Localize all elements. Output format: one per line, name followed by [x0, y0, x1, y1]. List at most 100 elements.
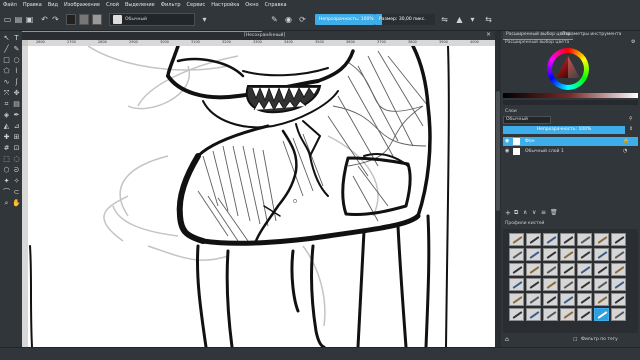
eyedropper-icon[interactable]: ✒	[12, 111, 21, 120]
close-document-icon[interactable]: ×	[486, 31, 491, 38]
opacity-slider[interactable]: Непрозрачность: 100%	[315, 14, 375, 25]
brush-preset[interactable]	[611, 248, 626, 261]
blend-mode-icon[interactable]: ▾	[200, 15, 209, 24]
redo-icon[interactable]: ↷	[51, 15, 60, 24]
brush-preset[interactable]	[560, 308, 575, 321]
menu-window[interactable]: Окно	[245, 2, 258, 8]
assistant-icon[interactable]: ◭	[2, 122, 11, 131]
brush-preset[interactable]	[611, 308, 626, 321]
duplicate-layer-icon[interactable]: ⧉	[514, 209, 518, 217]
brush-preset[interactable]	[509, 278, 524, 291]
smart-patch-icon[interactable]: ✚	[2, 133, 11, 142]
menu-image[interactable]: Изображение	[64, 2, 100, 8]
layer-opacity-arrows-icon[interactable]: ⇕	[629, 126, 633, 132]
layer-properties-icon[interactable]: ≡	[541, 209, 546, 216]
brush-preset[interactable]	[543, 248, 558, 261]
add-layer-icon[interactable]: +	[505, 209, 511, 217]
select-bezier-icon[interactable]: ⌒	[2, 188, 11, 197]
menu-settings[interactable]: Настройка	[211, 2, 239, 8]
text-icon[interactable]: T	[12, 34, 21, 43]
brush-preset[interactable]	[543, 233, 558, 246]
rectangle-icon[interactable]: □	[2, 56, 11, 65]
visibility-eye-icon[interactable]: ◉	[505, 149, 509, 154]
menu-edit[interactable]: Правка	[23, 2, 42, 8]
brush-preset[interactable]	[611, 233, 626, 246]
brush-preset[interactable]	[577, 233, 592, 246]
freehand-path-icon[interactable]: ʃ	[12, 78, 21, 87]
transform-icon[interactable]: ⤧	[2, 89, 11, 98]
brush-preset[interactable]	[543, 293, 558, 306]
move-icon[interactable]: ✥	[12, 89, 21, 98]
layer-row-layer-1[interactable]: ◉ Обычный слой 1 ◔	[503, 147, 638, 156]
color-wheel[interactable]	[547, 48, 589, 90]
perspective-icon[interactable]: ⊡	[12, 144, 21, 153]
erase-mode-icon[interactable]: ✎	[270, 15, 279, 24]
brush-preset[interactable]	[560, 263, 575, 276]
brush-preset[interactable]	[543, 308, 558, 321]
select-similar-icon[interactable]: ✧	[12, 177, 21, 186]
drawing-canvas[interactable]	[28, 46, 495, 347]
brush-preset[interactable]	[560, 248, 575, 261]
brush-preset[interactable]	[577, 263, 592, 276]
brush-preset[interactable]	[526, 278, 541, 291]
filter-checkbox-icon[interactable]: ☐	[573, 335, 577, 345]
menu-file[interactable]: Файл	[3, 2, 17, 8]
scrollbar-thumb[interactable]	[496, 91, 500, 211]
brush-preset[interactable]	[594, 293, 609, 306]
fill-icon[interactable]: ◈	[2, 111, 11, 120]
brush-preset[interactable]	[560, 293, 575, 306]
mirror-horizontal-icon[interactable]: ⇋	[440, 15, 449, 24]
brush-preset[interactable]	[577, 293, 592, 306]
ellipse-icon[interactable]: ○	[12, 56, 21, 65]
brush-preset[interactable]	[594, 263, 609, 276]
layer-opacity-slider[interactable]: Непрозрачность: 100%	[503, 126, 625, 134]
gradient-swatch[interactable]	[79, 14, 89, 25]
brush-preset[interactable]	[577, 248, 592, 261]
polyline-icon[interactable]: ⌇	[12, 67, 21, 76]
document-tab[interactable]: [Несохранённый]	[22, 31, 285, 40]
brush-preset[interactable]	[509, 308, 524, 321]
alpha-lock-icon[interactable]: ◔	[623, 147, 627, 156]
brush-preset[interactable]	[526, 263, 541, 276]
polygon-icon[interactable]: ⬠	[2, 67, 11, 76]
bezier-icon[interactable]: ∿	[2, 78, 11, 87]
crop-icon[interactable]: ⌗	[2, 100, 11, 109]
grid-icon[interactable]: #	[2, 144, 11, 153]
pattern-swatch[interactable]	[92, 14, 102, 25]
recent-colors-bar[interactable]	[503, 100, 638, 105]
layer-lock-icon[interactable]: 🔒	[623, 137, 629, 146]
menu-tools[interactable]: Сервис	[187, 2, 206, 8]
foreground-color-swatch[interactable]	[66, 14, 76, 25]
new-document-icon[interactable]: ▭	[3, 15, 12, 24]
select-freehand-icon[interactable]: ᘐ	[12, 166, 21, 175]
menu-view[interactable]: Вид	[48, 2, 58, 8]
brush-icon[interactable]: ✎	[12, 45, 21, 54]
menu-help[interactable]: Справка	[265, 2, 287, 8]
pan-icon[interactable]: ✋	[12, 199, 21, 208]
brush-preset[interactable]	[560, 233, 575, 246]
brush-preset[interactable]	[526, 308, 541, 321]
brush-preset[interactable]	[509, 233, 524, 246]
brush-preset[interactable]	[577, 308, 592, 321]
brush-preset[interactable]	[509, 248, 524, 261]
select-rect-icon[interactable]: ⬚	[2, 155, 11, 164]
brush-preset[interactable]	[577, 278, 592, 291]
layer-up-icon[interactable]: ∧	[523, 209, 527, 216]
brush-preset[interactable]	[543, 278, 558, 291]
panel-settings-icon[interactable]: ⚙	[631, 39, 635, 45]
save-icon[interactable]: ▣	[25, 15, 34, 24]
brush-preset-selected[interactable]	[594, 308, 609, 321]
brush-preset[interactable]	[594, 248, 609, 261]
select-magnetic-icon[interactable]: ⊂	[12, 188, 21, 197]
layer-row-background[interactable]: ◉ Фон 🔒	[503, 137, 638, 146]
layer-filter-icon[interactable]: ⚲	[629, 116, 633, 122]
preserve-alpha-icon[interactable]: ◉	[284, 15, 293, 24]
color-history-bar[interactable]	[503, 93, 638, 98]
brush-preset[interactable]	[611, 263, 626, 276]
brush-preset[interactable]	[509, 293, 524, 306]
delete-layer-icon[interactable]: 🗑	[550, 209, 558, 216]
brush-preset[interactable]	[526, 293, 541, 306]
brush-preset[interactable]	[543, 263, 558, 276]
select-ellipse-icon[interactable]: ◌	[12, 155, 21, 164]
brush-preset[interactable]	[594, 278, 609, 291]
